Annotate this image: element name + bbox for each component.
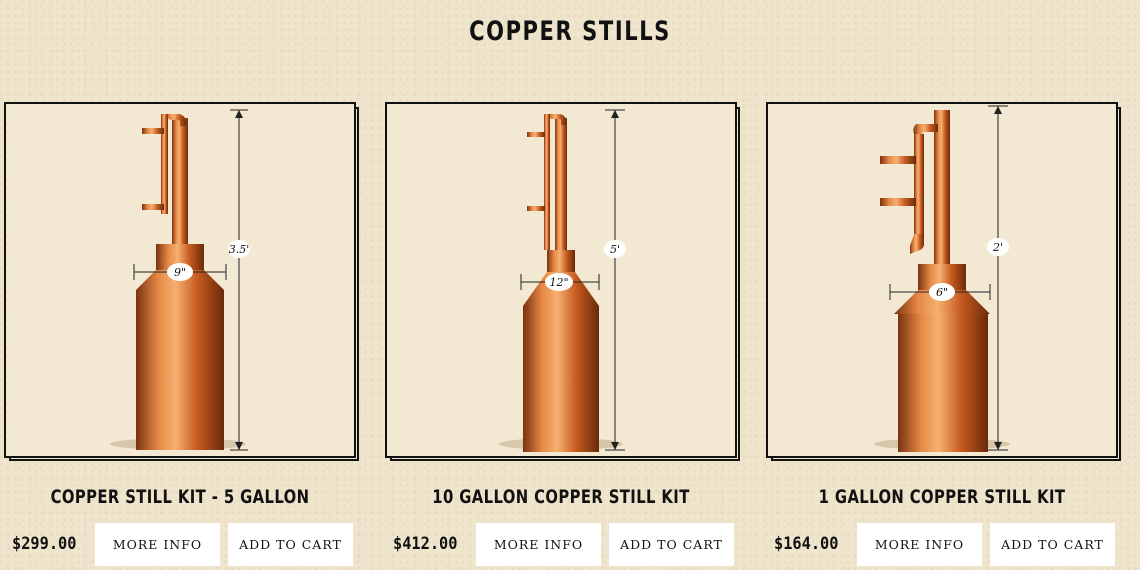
add-to-cart-button[interactable]: ADD TO CART	[228, 523, 353, 566]
page-title: COPPER STILLS	[469, 16, 671, 47]
product-card: 2' 6" 1 GALLON COPPER STILL KIT $164.00 …	[766, 102, 1126, 570]
product-image-frame[interactable]: 5' 12"	[385, 102, 737, 458]
product-price: $164.00	[774, 534, 839, 554]
height-dimension-label: 5'	[610, 243, 620, 256]
product-image-frame[interactable]: 3.5' 9"	[4, 102, 356, 458]
product-card: 5' 12" 10 GALLON COPPER STILL KIT $412.0…	[385, 102, 745, 570]
product-card: 3.5' 9" COPPER STILL KIT - 5 GALLON $299…	[4, 102, 364, 570]
product-price: $412.00	[393, 534, 458, 554]
copper-still-image: 5' 12"	[499, 109, 626, 452]
copper-still-image: 2' 6"	[874, 105, 1010, 452]
diameter-dimension-label: 12"	[549, 276, 568, 289]
product-name[interactable]: COPPER STILL KIT - 5 GALLON	[43, 486, 318, 508]
product-price: $299.00	[12, 534, 77, 554]
diameter-dimension-label: 6"	[936, 286, 948, 299]
height-dimension-label: 3.5'	[229, 243, 250, 256]
add-to-cart-button[interactable]: ADD TO CART	[609, 523, 734, 566]
copper-still-image: 3.5' 9"	[110, 109, 250, 451]
product-image-frame[interactable]: 2' 6"	[766, 102, 1118, 458]
more-info-button[interactable]: MORE INFO	[857, 523, 982, 566]
product-name[interactable]: 10 GALLON COPPER STILL KIT	[424, 486, 699, 508]
diameter-dimension-label: 9"	[174, 266, 186, 279]
more-info-button[interactable]: MORE INFO	[95, 523, 220, 566]
product-name[interactable]: 1 GALLON COPPER STILL KIT	[805, 486, 1080, 508]
more-info-button[interactable]: MORE INFO	[476, 523, 601, 566]
add-to-cart-button[interactable]: ADD TO CART	[990, 523, 1115, 566]
height-dimension-label: 2'	[992, 241, 1003, 254]
